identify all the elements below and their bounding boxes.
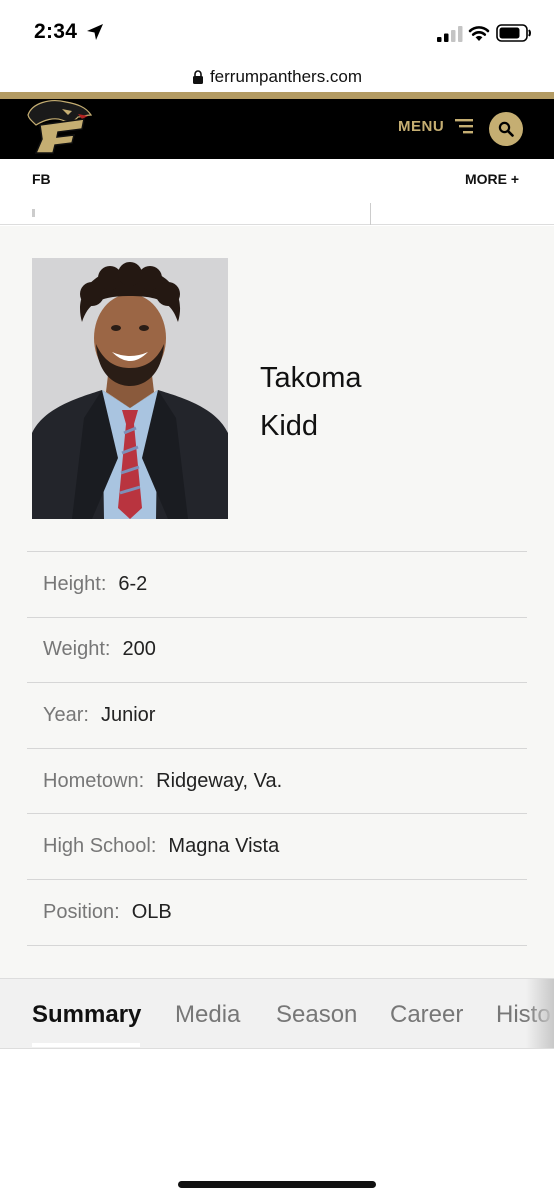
player-headshot: [32, 258, 228, 519]
menu-button[interactable]: MENU: [398, 118, 444, 135]
bio-value: OLB: [131, 900, 172, 923]
player-profile: Takoma Kidd Height: 6-2 Weight: 200 Year…: [0, 226, 554, 978]
active-tab-indicator: [32, 1043, 140, 1047]
menu-icon[interactable]: [455, 118, 473, 134]
location-arrow-icon: [87, 24, 103, 40]
cellular-signal-icon: [437, 26, 463, 42]
sub-nav-divider: [370, 203, 371, 225]
player-last-name: Kidd: [260, 410, 319, 442]
tabs-scroll-fade: [526, 979, 554, 1048]
bio-row-weight: Weight: 200: [27, 618, 527, 684]
site-header: MENU: [0, 99, 554, 159]
home-indicator[interactable]: [178, 1181, 376, 1188]
tab-season[interactable]: Season: [276, 1001, 357, 1029]
bio-value: Ridgeway, Va.: [156, 769, 283, 792]
panther-logo-icon[interactable]: [22, 99, 94, 155]
player-bio-list: Height: 6-2 Weight: 200 Year: Junior Hom…: [27, 551, 527, 946]
browser-url-bar[interactable]: ferrumpanthers.com: [0, 62, 554, 92]
tab-summary[interactable]: Summary: [32, 1001, 141, 1029]
status-time: 2:34: [34, 20, 78, 43]
bio-label: Year:: [43, 703, 89, 726]
bio-value: 200: [122, 638, 156, 661]
bio-row-year: Year: Junior: [27, 683, 527, 749]
url-text: ferrumpanthers.com: [209, 67, 363, 86]
search-button[interactable]: [489, 112, 523, 146]
bio-label: Position:: [43, 900, 120, 923]
bio-value: Junior: [100, 703, 156, 726]
header-accent-line: [0, 92, 554, 99]
bio-label: Weight:: [43, 638, 111, 661]
player-first-name: Takoma: [260, 362, 362, 394]
bio-row-high-school: High School: Magna Vista: [27, 814, 527, 880]
bio-row-height: Height: 6-2: [27, 552, 527, 618]
bio-label: Hometown:: [43, 769, 145, 792]
sport-nav-label[interactable]: FB: [32, 171, 51, 187]
profile-tabs: Summary Media Season Career Histo: [0, 978, 554, 1049]
scroll-indicator: [32, 209, 35, 217]
wifi-icon: [468, 26, 490, 41]
bio-label: High School:: [43, 835, 157, 858]
player-name: Takoma Kidd: [260, 354, 362, 450]
status-bar: 2:34: [0, 0, 554, 62]
bio-row-hometown: Hometown: Ridgeway, Va.: [27, 749, 527, 815]
bio-label: Height:: [43, 572, 107, 595]
search-icon: [498, 121, 514, 137]
tab-media[interactable]: Media: [175, 1001, 240, 1029]
bio-row-position: Position: OLB: [27, 880, 527, 946]
lock-icon: [192, 70, 203, 84]
sport-sub-nav: FB MORE +: [0, 159, 554, 225]
more-menu-button[interactable]: MORE +: [465, 171, 519, 187]
tab-career[interactable]: Career: [390, 1001, 463, 1029]
bio-value: Magna Vista: [168, 835, 280, 858]
battery-icon: [496, 24, 531, 42]
bio-value: 6-2: [118, 572, 148, 595]
